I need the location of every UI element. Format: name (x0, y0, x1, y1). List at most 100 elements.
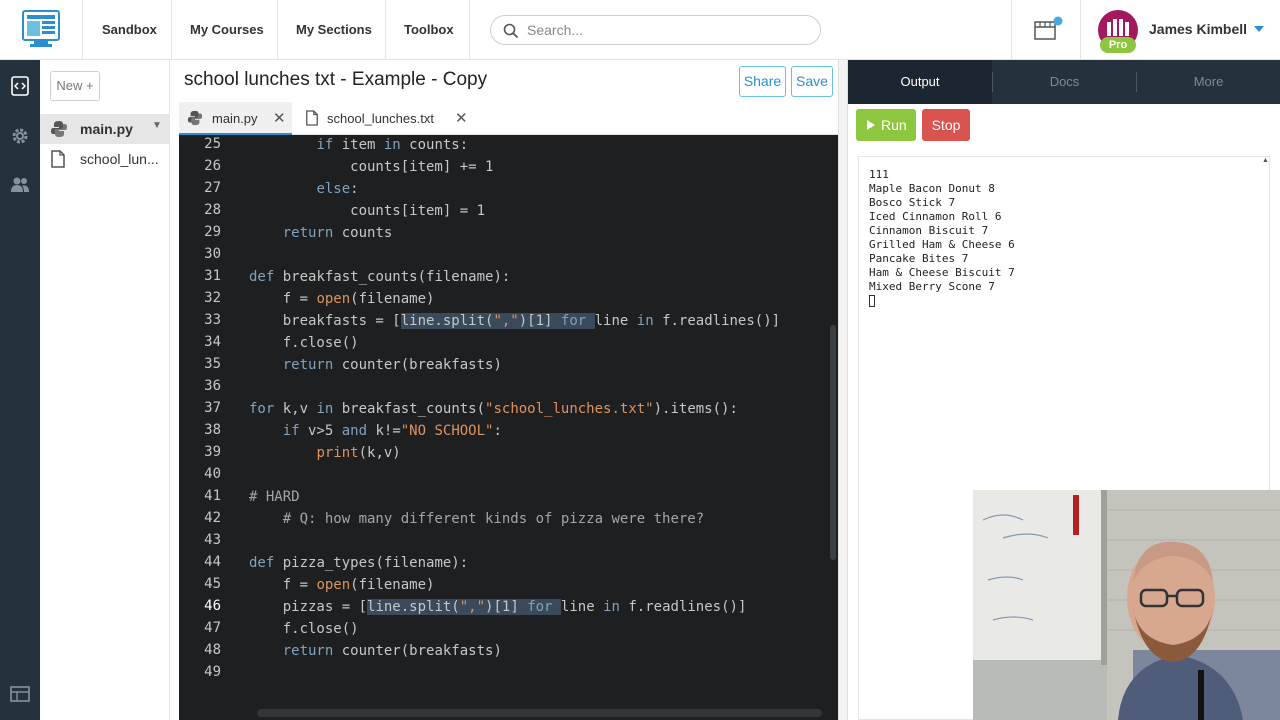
search-icon (503, 23, 519, 39)
tab-output[interactable]: Output (848, 60, 992, 104)
share-button[interactable]: Share (739, 66, 786, 97)
file-item-school-lunches[interactable]: school_lun... (40, 144, 170, 174)
user-name[interactable]: James Kimbell (1149, 21, 1247, 37)
line-number: 37 (204, 400, 221, 416)
python-icon (51, 121, 67, 137)
tab-label: school_lunches.txt (327, 111, 434, 126)
scroll-up-arrow-icon[interactable]: ▲ (1262, 157, 1269, 164)
codehs-logo-icon[interactable] (22, 10, 60, 48)
nav-toolbox[interactable]: Toolbox (404, 0, 454, 60)
code-line: f = open(filename) (249, 291, 435, 307)
nav-my-courses[interactable]: My Courses (190, 0, 264, 60)
line-number: 25 (204, 136, 221, 152)
code-line: return counter(breakfasts) (282, 357, 502, 373)
chevron-down-icon[interactable]: ▼ (152, 120, 162, 131)
notifications-icon[interactable] (1033, 16, 1063, 44)
search-input[interactable] (527, 20, 807, 40)
editor-vertical-scrollbar[interactable] (830, 325, 836, 560)
pro-badge: Pro (1100, 37, 1136, 53)
file-sidebar: New + main.py ▼ school_lun... (40, 60, 170, 720)
code-line: f.close() (249, 335, 359, 351)
line-number: 43 (204, 532, 221, 548)
code-editor[interactable]: 25 26 27 28 29 30 31 32 33 34 35 36 37 3… (179, 135, 838, 720)
output-line: Grilled Ham & Cheese 6 (869, 238, 1015, 251)
search-box[interactable] (490, 15, 821, 45)
code-line: f.close() (249, 621, 359, 637)
output-line: Maple Bacon Donut 8 (869, 182, 995, 195)
nav-sandbox[interactable]: Sandbox (102, 0, 157, 60)
nav-divider (82, 0, 83, 60)
line-number: 47 (204, 620, 221, 636)
editor-horizontal-scrollbar[interactable] (257, 709, 822, 717)
line-number: 30 (204, 246, 221, 262)
chevron-down-icon[interactable] (1254, 26, 1264, 32)
code-line: if item in counts: (316, 137, 469, 153)
nav-divider (1080, 0, 1081, 60)
output-panel-tabs: Output Docs More (848, 60, 1280, 104)
text-file-icon (306, 110, 318, 126)
nav-my-sections[interactable]: My Sections (296, 0, 372, 60)
save-button[interactable]: Save (791, 66, 833, 97)
tab-school-lunches[interactable]: school_lunches.txt ✕ (297, 102, 475, 135)
code-line: return counter(breakfasts) (282, 643, 502, 659)
nav-divider (1011, 0, 1012, 60)
code-line: if v>5 and k!="NO SCHOOL": (282, 423, 502, 439)
code-line: counts[item] += 1 (249, 159, 494, 175)
output-line: Mixed Berry Scone 7 (869, 280, 995, 293)
nav-divider (385, 0, 386, 60)
stop-button[interactable]: Stop (922, 109, 970, 141)
output-line: Iced Cinnamon Roll 6 (869, 210, 1002, 223)
top-nav: Sandbox My Courses My Sections Toolbox P… (0, 0, 1280, 60)
file-name: school_lun... (80, 151, 159, 167)
gear-icon[interactable] (10, 126, 30, 146)
run-label: Run (881, 117, 907, 133)
line-number-current: 46 (204, 598, 221, 614)
code-line: def pizza_types(filename): (249, 555, 469, 571)
line-number: 35 (204, 356, 221, 372)
code-line: return counts (282, 225, 393, 241)
code-line: # Q: how many different kinds of pizza w… (282, 511, 705, 527)
close-icon[interactable]: ✕ (455, 109, 468, 127)
nav-divider (277, 0, 278, 60)
line-number: 36 (204, 378, 221, 394)
project-title: school lunches txt - Example - Copy (184, 69, 488, 90)
nav-divider (469, 0, 470, 60)
line-number: 26 (204, 158, 221, 174)
line-number: 40 (204, 466, 221, 482)
tab-more[interactable]: More (1137, 60, 1280, 104)
tab-docs[interactable]: Docs (993, 60, 1136, 104)
line-number: 27 (204, 180, 221, 196)
code-lines[interactable]: if item in counts: counts[item] += 1 els… (249, 135, 838, 720)
close-icon[interactable]: ✕ (273, 109, 286, 127)
file-name: main.py (80, 121, 133, 137)
code-line: counts[item] = 1 (249, 203, 486, 219)
code-line: else: (316, 181, 359, 197)
code-line: f = open(filename) (249, 577, 435, 593)
layout-icon[interactable] (10, 684, 30, 704)
tab-main-py[interactable]: main.py ✕ (179, 102, 292, 135)
line-number: 49 (204, 664, 221, 680)
line-number: 39 (204, 444, 221, 460)
pane-splitter[interactable] (838, 60, 848, 720)
run-button[interactable]: Run (856, 109, 916, 141)
line-number-gutter: 25 26 27 28 29 30 31 32 33 34 35 36 37 3… (179, 135, 235, 720)
line-number: 32 (204, 290, 221, 306)
output-line: 111 (869, 168, 889, 181)
output-line: Cinnamon Biscuit 7 (869, 224, 989, 237)
nav-divider (171, 0, 172, 60)
code-line-current: pizzas = [line.split(",")[1] for line in… (249, 599, 747, 615)
input-cursor[interactable] (869, 295, 875, 307)
line-number: 42 (204, 510, 221, 526)
line-number: 31 (204, 268, 221, 284)
code-line: def breakfast_counts(filename): (249, 269, 511, 285)
code-file-icon[interactable] (10, 76, 30, 96)
play-icon (867, 120, 875, 130)
line-number: 45 (204, 576, 221, 592)
webcam-video (973, 490, 1280, 720)
python-icon (187, 110, 203, 126)
output-line: Pancake Bites 7 (869, 252, 969, 265)
new-file-button[interactable]: New + (50, 71, 100, 101)
line-number: 28 (204, 202, 221, 218)
file-item-main-py[interactable]: main.py ▼ (40, 114, 170, 144)
users-icon[interactable] (10, 175, 30, 195)
